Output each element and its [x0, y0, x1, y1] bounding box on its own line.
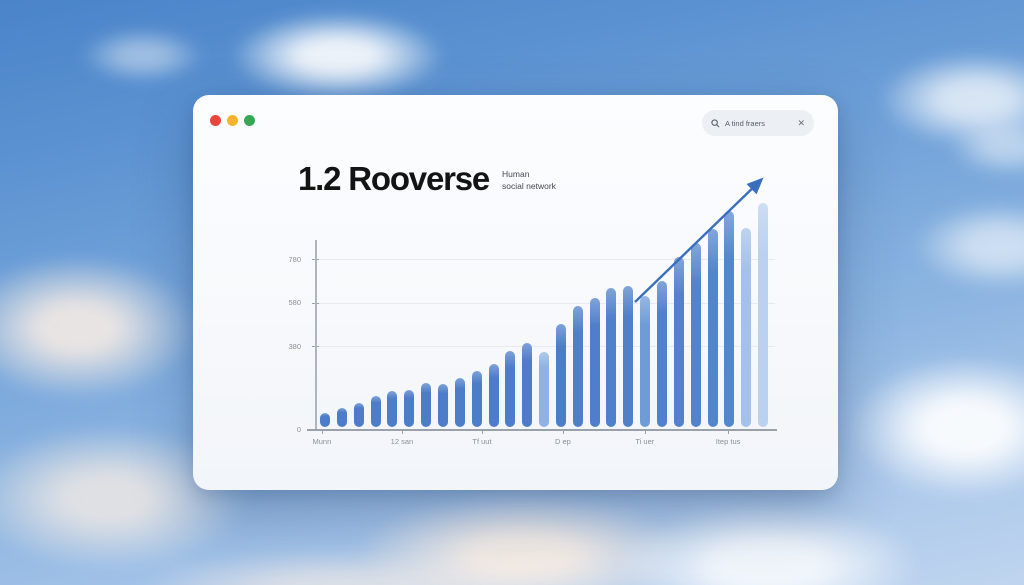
- y-tick-label: 780: [271, 255, 301, 264]
- y-tick-label: 380: [271, 342, 301, 351]
- y-axis: [315, 240, 317, 429]
- x-axis: [307, 429, 777, 431]
- cloud: [135, 548, 540, 585]
- sky-background: A tind fraers ✕ 1.2 Rooverse Human socia…: [0, 0, 1024, 585]
- bar: [708, 229, 718, 427]
- x-tick-label: Ti uer: [619, 437, 671, 446]
- bar: [371, 396, 381, 427]
- bar: [539, 352, 549, 427]
- x-tick: [322, 430, 323, 434]
- bar: [320, 413, 330, 427]
- x-tick: [645, 430, 646, 434]
- x-tick: [402, 430, 403, 434]
- cloud: [615, 502, 920, 585]
- bar: [354, 403, 364, 427]
- x-tick: [482, 430, 483, 434]
- bar: [455, 378, 465, 427]
- bar: [472, 371, 482, 427]
- gridline: [315, 259, 775, 260]
- x-tick-label: D ep: [537, 437, 589, 446]
- x-tick: [728, 430, 729, 434]
- bar: [691, 243, 701, 427]
- bar: [387, 391, 397, 427]
- cloud: [0, 255, 200, 400]
- x-tick-label: Munn: [296, 437, 348, 446]
- bar: [606, 288, 616, 427]
- growth-bar-chart: 0 380 580 780 Munn 12 san Tf uut D ep Ti uer Itep…: [193, 95, 838, 490]
- cloud: [912, 202, 1024, 290]
- y-tick-label: 580: [271, 298, 301, 307]
- bar: [489, 364, 499, 427]
- bar: [438, 384, 448, 427]
- bar: [421, 383, 431, 427]
- cloud: [355, 492, 690, 585]
- x-tick-label: Tf uut: [456, 437, 508, 446]
- bar: [657, 281, 667, 427]
- bar: [724, 211, 734, 427]
- x-tick-label: 12 san: [376, 437, 428, 446]
- gridline: [315, 303, 775, 304]
- bar: [623, 286, 633, 427]
- bar: [556, 324, 566, 427]
- app-window: A tind fraers ✕ 1.2 Rooverse Human socia…: [193, 95, 838, 490]
- x-tick-label: Itep tus: [702, 437, 754, 446]
- bar: [505, 351, 515, 427]
- x-tick: [563, 430, 564, 434]
- bar: [522, 343, 532, 427]
- gridline: [315, 346, 775, 347]
- cloud: [948, 118, 1024, 176]
- bar: [758, 203, 768, 427]
- y-tick-label: 0: [271, 425, 301, 434]
- cloud: [80, 28, 205, 83]
- bar: [741, 228, 751, 427]
- bar: [404, 390, 414, 427]
- cloud: [848, 355, 1024, 500]
- bar: [590, 298, 600, 427]
- bar: [337, 408, 347, 427]
- cloud: [878, 52, 1024, 147]
- bar: [640, 296, 650, 427]
- bar: [573, 306, 583, 427]
- cloud: [230, 12, 445, 100]
- bar: [674, 257, 684, 427]
